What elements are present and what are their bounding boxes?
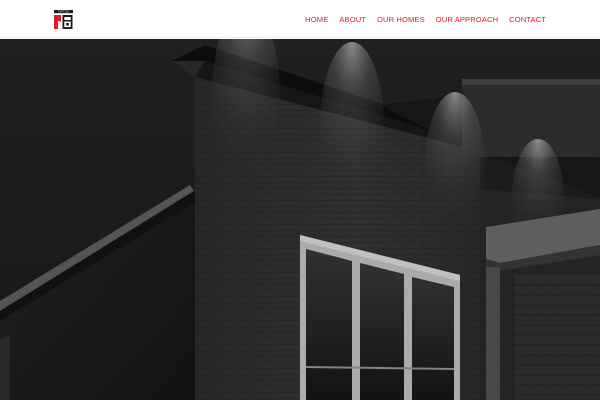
svg-text:TATTOO: TATTOO <box>58 10 69 14</box>
site-header: TATTOO HOME ABOUT OUR HOMES OUR APPROACH… <box>0 0 600 38</box>
house-exterior-night-photo <box>0 39 600 400</box>
hero-image <box>0 39 600 400</box>
nav-item-about[interactable]: ABOUT <box>339 15 366 24</box>
brand-logo-icon[interactable]: TATTOO <box>54 10 73 29</box>
nav-item-home[interactable]: HOME <box>305 15 328 24</box>
main-navigation: HOME ABOUT OUR HOMES OUR APPROACH CONTAC… <box>305 0 546 38</box>
nav-item-contact[interactable]: CONTACT <box>509 15 546 24</box>
nav-item-our-approach[interactable]: OUR APPROACH <box>436 15 498 24</box>
nav-item-our-homes[interactable]: OUR HOMES <box>377 15 425 24</box>
